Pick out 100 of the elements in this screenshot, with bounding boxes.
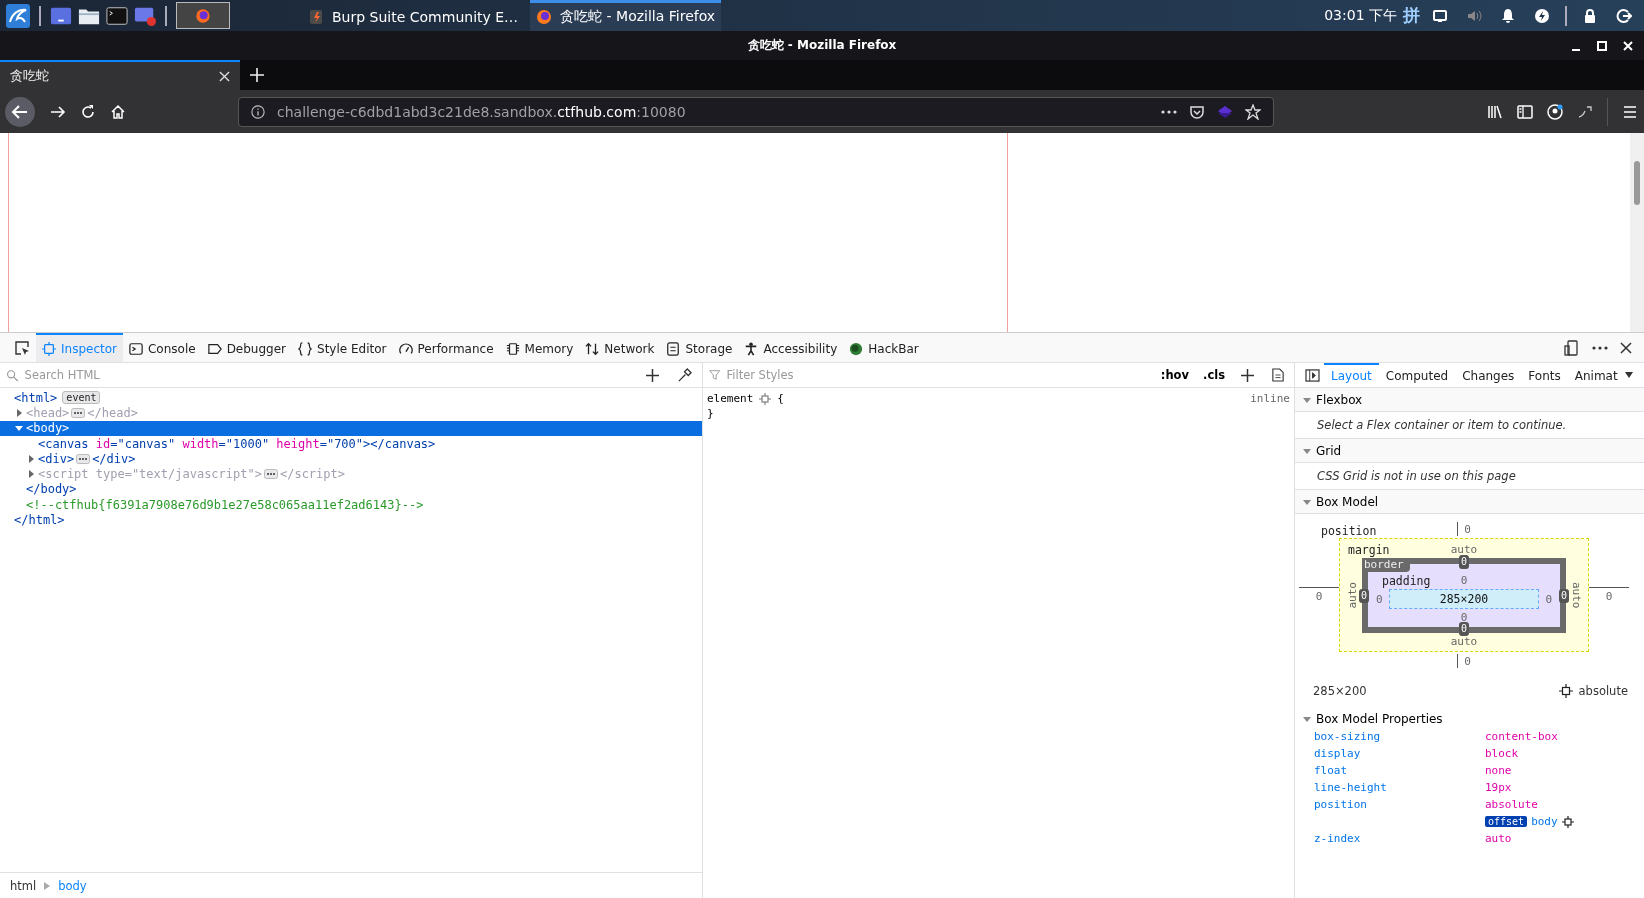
ellipsis-icon[interactable] (263, 469, 278, 480)
devtools-tab[interactable]: Memory (499, 333, 580, 362)
element-picker-icon[interactable] (14, 339, 30, 356)
position-value[interactable]: 0 (1605, 590, 1613, 603)
eyedropper-icon[interactable] (677, 367, 692, 383)
ellipsis-icon[interactable] (76, 453, 91, 464)
border-value[interactable]: 0 (1359, 588, 1370, 603)
offset-parent-link[interactable]: body (1531, 815, 1558, 828)
devtools-tab[interactable]: Network (579, 333, 661, 362)
lock-icon[interactable] (1582, 7, 1598, 24)
maximize-icon[interactable] (1596, 39, 1608, 52)
border-value[interactable]: 0 (1459, 622, 1469, 636)
margin-value[interactable]: auto (1450, 634, 1478, 648)
browser-tab[interactable]: 贪吃蛇 (0, 60, 240, 90)
section-header[interactable]: Box Model Properties (1295, 698, 1644, 730)
new-tab-icon[interactable] (250, 68, 264, 82)
expand-arrow-icon[interactable] (27, 454, 35, 463)
padding-value[interactable]: 0 (1376, 592, 1383, 606)
html-element[interactable]: <canvas id="canvas" width="1000" height="700"> (38, 436, 371, 451)
property-value[interactable]: absolute (1485, 798, 1644, 811)
reload-icon[interactable] (80, 103, 96, 120)
devtools-tab[interactable]: Console (123, 333, 202, 362)
margin-value[interactable]: auto (1342, 582, 1362, 609)
position-value[interactable]: 0 (1464, 654, 1471, 668)
property-value[interactable]: block (1485, 747, 1644, 760)
pocket-icon[interactable] (1189, 103, 1205, 120)
power-icon[interactable] (1534, 7, 1550, 24)
devtools-tab[interactable]: Style Editor (292, 333, 393, 362)
devtools-tab[interactable]: Performance (392, 333, 500, 362)
taskbar-window-button[interactable]: Burp Suite Community E… (302, 0, 525, 31)
forward-icon[interactable] (50, 103, 66, 120)
content-box[interactable]: 285×200 (1388, 589, 1540, 609)
closing-tag[interactable]: </canvas> (370, 436, 436, 451)
section-header[interactable]: Grid (1295, 439, 1644, 463)
sidebar-tab[interactable]: Fonts (1521, 363, 1568, 387)
property-value[interactable]: none (1485, 764, 1644, 777)
devtools-tab[interactable]: Accessibility (738, 333, 844, 362)
position-value[interactable]: 0 (1315, 590, 1323, 603)
target-icon[interactable] (1561, 815, 1574, 828)
breadcrumb[interactable]: html (10, 878, 37, 893)
url-field[interactable]: challenge-c6dbd1abd3c21de8.sandbox.ctfhub.com:10080 (238, 96, 1274, 127)
expand-arrow-icon[interactable] (15, 408, 23, 417)
document-icon[interactable] (1272, 368, 1284, 382)
logout-icon[interactable] (1616, 7, 1632, 24)
property-value[interactable]: 19px (1485, 781, 1644, 794)
devtools-tab[interactable]: HackBar (843, 333, 925, 362)
scrollbar[interactable] (1630, 133, 1644, 332)
back-icon[interactable] (4, 95, 36, 128)
info-icon[interactable] (251, 104, 265, 119)
html-element[interactable]: <body> (26, 421, 70, 436)
more-icon[interactable] (1161, 108, 1177, 115)
ellipsis-icon[interactable] (71, 407, 86, 418)
sidebar-tab[interactable]: Animat (1567, 363, 1625, 387)
hover-states-toggle[interactable]: :hov (1158, 368, 1191, 382)
display-icon[interactable] (1432, 7, 1448, 24)
menu-icon[interactable] (1622, 103, 1638, 120)
padding-value[interactable]: 0 (1460, 610, 1468, 624)
crosshair-icon[interactable] (1558, 684, 1573, 698)
devtools-tab[interactable]: Storage (660, 333, 739, 362)
html-comment[interactable]: <!--ctfhub{f6391a7908e76d9b1e27e58c065aa11ef2ad6143}--> (26, 497, 424, 512)
section-header[interactable]: Flexbox (1295, 388, 1644, 412)
border-value[interactable]: 0 (1558, 588, 1569, 603)
position-value[interactable]: 0 (1464, 522, 1471, 536)
devtools-tab[interactable]: Debugger (201, 333, 293, 362)
closing-tag[interactable]: </body> (26, 482, 77, 497)
star-icon[interactable] (1245, 103, 1261, 120)
dock-icon[interactable] (1564, 339, 1580, 356)
caret-icon[interactable] (1624, 372, 1633, 378)
border-value[interactable]: 0 (1459, 555, 1469, 569)
closing-tag[interactable]: </div> (92, 451, 136, 466)
bell-icon[interactable] (1500, 7, 1516, 24)
add-node-icon[interactable] (646, 368, 659, 382)
breadcrumb[interactable]: body (58, 878, 87, 893)
more-icon[interactable] (1592, 344, 1608, 351)
expand-arrow-icon[interactable] (27, 470, 35, 479)
home-icon[interactable] (110, 103, 126, 120)
padding-value[interactable]: 0 (1545, 592, 1552, 606)
translate-icon[interactable] (1577, 103, 1593, 120)
closing-tag[interactable]: </html> (14, 513, 65, 527)
account-icon[interactable] (1547, 103, 1563, 120)
terminal-icon[interactable] (106, 4, 128, 27)
clock[interactable]: 03:01 下午 (1324, 6, 1397, 25)
sidebar-tab[interactable]: Computed (1378, 363, 1456, 387)
taskbar-window-button[interactable]: 贪吃蛇 - Mozilla Firefox (530, 0, 722, 31)
add-rule-icon[interactable] (1241, 368, 1254, 382)
section-header[interactable]: Box Model (1295, 490, 1644, 514)
padding-value[interactable]: 0 (1460, 574, 1468, 587)
class-toggle[interactable]: .cls (1201, 368, 1227, 382)
input-method-indicator[interactable]: 拼 (1403, 4, 1420, 27)
close-icon[interactable] (1620, 341, 1632, 354)
property-value[interactable]: content-box (1485, 730, 1644, 743)
margin-value[interactable]: auto (1566, 582, 1586, 609)
dragon-logo-icon[interactable] (6, 3, 30, 28)
margin-value[interactable]: auto (1450, 543, 1478, 556)
html-element[interactable]: <html> (14, 390, 58, 405)
library-icon[interactable] (1487, 103, 1503, 120)
filter-styles-field[interactable]: Filter Styles (724, 367, 1149, 383)
browser-launcher[interactable] (176, 2, 230, 29)
event-badge[interactable]: event (62, 391, 101, 405)
property-value[interactable]: auto (1485, 832, 1644, 845)
